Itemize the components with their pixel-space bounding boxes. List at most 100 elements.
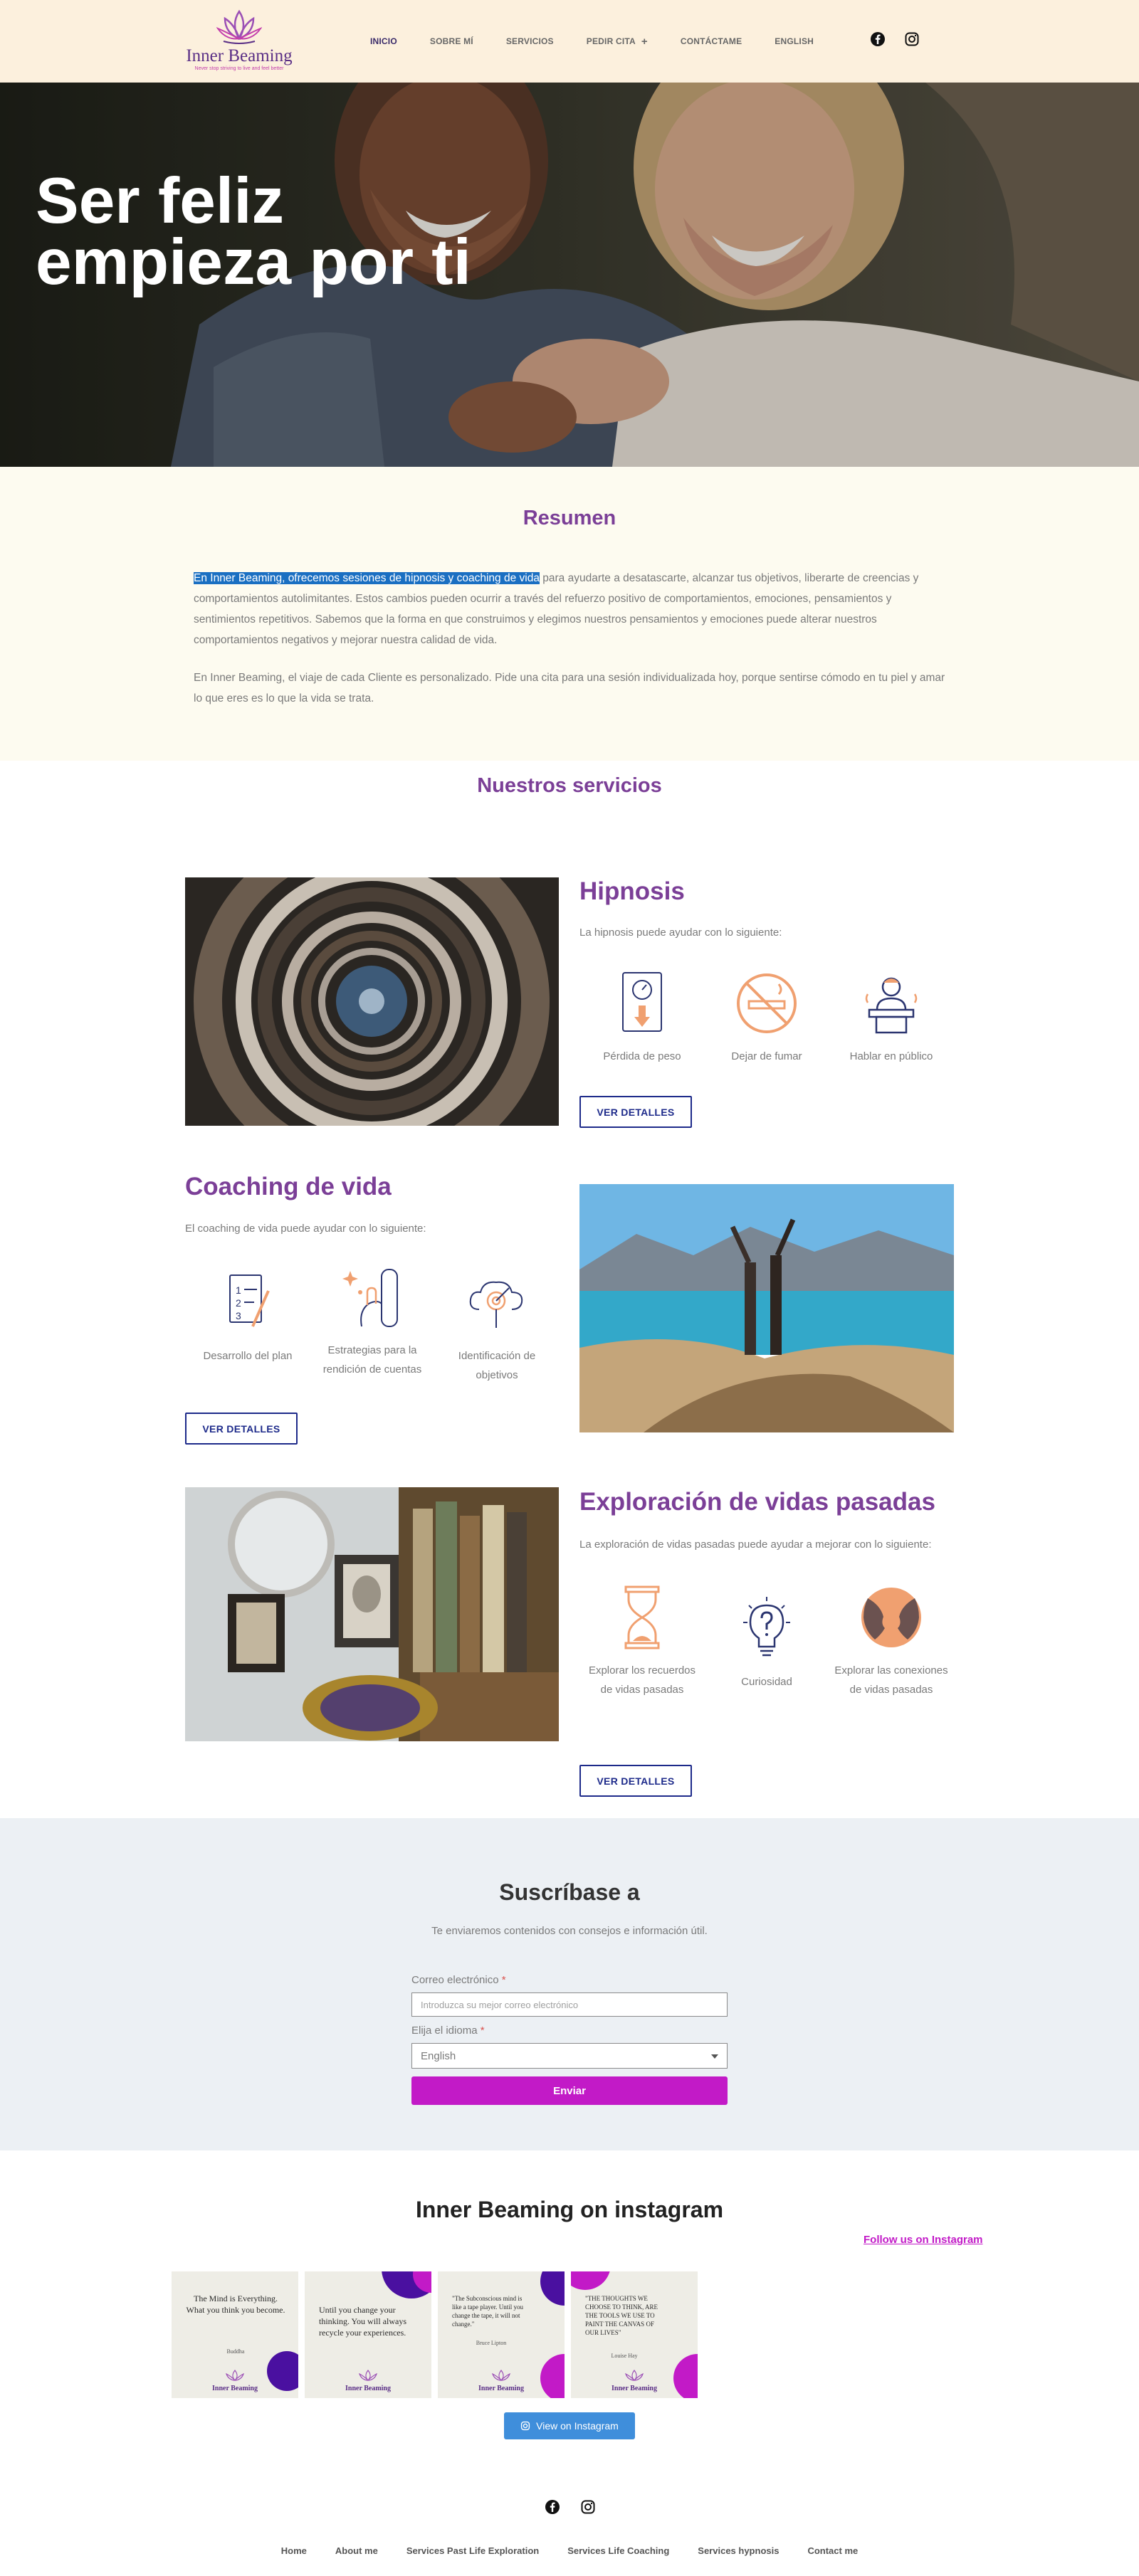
site-logo[interactable]: Inner Beaming Never stop striving to liv…: [182, 7, 296, 77]
nav-pedir-cita-label: Pedir cita: [586, 36, 636, 46]
instagram-icon: [521, 2421, 530, 2431]
main-nav: Inicio Sobre mí Servicios Pedir cita + C…: [370, 33, 846, 49]
post-quote: "The Subconscious mind is like a tape pl…: [452, 2295, 523, 2328]
resumen-paragraph-2: En Inner Beaming, el viaje de cada Clien…: [194, 672, 945, 704]
feature-label: Curiosidad: [741, 1676, 792, 1688]
feature-label: Identificación de objetivos: [458, 1350, 536, 1381]
feature-label: Pérdida de peso: [603, 1050, 681, 1062]
instagram-icon[interactable]: [904, 31, 920, 47]
post-quote: "THE THOUGHTS WE CHOOSE TO THINK, ARE TH…: [585, 2295, 658, 2336]
hero-title: Ser feliz empieza por ti: [36, 165, 471, 298]
svg-text:1: 1: [236, 1284, 241, 1296]
feature-desarrollo-plan: 1 2 3 Desarrollo del plan: [191, 1269, 305, 1366]
facebook-icon[interactable]: [870, 31, 886, 47]
accountability-icon: [342, 1269, 398, 1327]
vidas-pasadas-image: [185, 1487, 559, 1741]
footer-nav: Home About me Services Past Life Explora…: [0, 2545, 1139, 2556]
email-field[interactable]: Introduzca su mejor correo electrónico: [411, 1992, 728, 2017]
footer-link-about[interactable]: About me: [335, 2545, 378, 2556]
scale-icon: [622, 972, 662, 1032]
instagram-post-1[interactable]: The Mind is Everything. What you think y…: [172, 2271, 298, 2398]
view-on-instagram-button[interactable]: View on Instagram: [504, 2412, 635, 2439]
instagram-post-3[interactable]: "The Subconscious mind is like a tape pl…: [438, 2271, 565, 2398]
feature-label: Dejar de fumar: [731, 1050, 802, 1062]
resumen-title: Resumen: [523, 507, 616, 529]
logo-name: Inner Beaming: [186, 46, 293, 65]
post-brand: Inner Beaming: [345, 2385, 391, 2392]
language-label-text: Elija el idioma: [411, 2025, 478, 2037]
feature-label: Explorar los recuerdos de vidas pasadas: [588, 1664, 696, 1696]
svg-text:2: 2: [236, 1297, 241, 1309]
footer-link-contact[interactable]: Contact me: [807, 2545, 858, 2556]
instagram-post-2[interactable]: Until you change your thinking. You will…: [305, 2271, 431, 2398]
vidas-pasadas-title: Exploración de vidas pasadas: [579, 1488, 935, 1516]
selected-text: En Inner Beaming, ofrecemos sesiones de …: [194, 572, 540, 584]
footer-link-home[interactable]: Home: [281, 2545, 307, 2556]
coaching-title: Coaching de vida: [185, 1173, 392, 1200]
feature-identificacion-objetivos: Identificación de objetivos: [440, 1269, 554, 1385]
nav-sobre-mi[interactable]: Sobre mí: [430, 36, 473, 46]
coaching-intro: El coaching de vida puede ayudar con lo …: [185, 1223, 426, 1235]
hipnosis-image: [185, 877, 559, 1126]
faces-profile-icon: [861, 1588, 921, 1647]
facebook-icon[interactable]: [545, 2499, 560, 2515]
nav-pedir-cita[interactable]: Pedir cita +: [587, 36, 648, 48]
svg-text:3: 3: [236, 1310, 241, 1321]
nav-servicios[interactable]: Servicios: [506, 36, 554, 46]
email-label: Correo electrónico *: [411, 1974, 506, 1986]
hipnosis-intro: La hipnosis puede ayudar con lo siguient…: [579, 927, 782, 939]
footer-social: [545, 2499, 596, 2515]
footer-link-life-coaching[interactable]: Services Life Coaching: [567, 2545, 669, 2556]
lotus-icon: [491, 2370, 511, 2381]
post-logo: Inner Beaming: [571, 2370, 698, 2392]
nav-inicio[interactable]: Inicio: [370, 36, 397, 46]
footer-link-hypnosis[interactable]: Services hypnosis: [698, 2545, 779, 2556]
coaching-details-button[interactable]: VER DETALLES: [185, 1413, 298, 1445]
target-cloud-icon: [469, 1281, 523, 1328]
chevron-down-icon: [711, 2054, 718, 2059]
coaching-image: [579, 1184, 954, 1432]
submit-button[interactable]: Enviar: [411, 2076, 728, 2105]
feature-estrategias: Estrategias para la rendición de cuentas: [315, 1264, 429, 1379]
post-author: Louise Hay: [611, 2353, 638, 2359]
post-quote: The Mind is Everything. What you think y…: [186, 2293, 285, 2315]
language-selected-value: English: [421, 2049, 456, 2062]
hipnosis-details-button[interactable]: VER DETALLES: [579, 1096, 692, 1128]
instagram-title: Inner Beaming on instagram: [415, 2197, 724, 2222]
required-mark: *: [501, 1974, 506, 1986]
resumen-section: Resumen En Inner Beaming, ofrecemos sesi…: [0, 467, 1139, 761]
plus-icon: +: [641, 35, 648, 48]
feature-label: Hablar en público: [849, 1050, 933, 1062]
feature-hablar-publico: Hablar en público: [834, 970, 948, 1066]
feature-recuerdos: Explorar los recuerdos de vidas pasadas: [585, 1584, 699, 1699]
feature-curiosidad: Curiosidad: [710, 1595, 824, 1691]
post-author: Bruce Lipton: [476, 2340, 507, 2346]
hipnosis-title: Hipnosis: [579, 877, 685, 905]
lotus-icon: [624, 2370, 644, 2381]
subscribe-section: Suscríbase a Te enviaremos contenidos co…: [0, 1818, 1139, 2150]
footer-link-past-life[interactable]: Services Past Life Exploration: [406, 2545, 539, 2556]
language-select[interactable]: English: [411, 2043, 728, 2069]
instagram-post-4[interactable]: "THE THOUGHTS WE CHOOSE TO THINK, ARE TH…: [571, 2271, 698, 2398]
feature-dejar-fumar: Dejar de fumar: [710, 970, 824, 1066]
lotus-icon: [225, 2370, 245, 2381]
checklist-icon: 1 2 3: [229, 1274, 270, 1327]
feature-label: Explorar las conexiones de vidas pasadas: [834, 1664, 948, 1696]
subscribe-description: Te enviaremos contenidos con consejos e …: [431, 1925, 708, 1937]
site-header: Inner Beaming Never stop striving to liv…: [0, 0, 1139, 83]
lotus-icon: [358, 2370, 378, 2381]
post-logo: Inner Beaming: [172, 2370, 298, 2392]
follow-instagram-link[interactable]: Follow us on Instagram: [864, 2234, 983, 2246]
nav-english[interactable]: English: [775, 36, 814, 46]
header-social: [870, 31, 920, 47]
logo-tagline: Never stop striving to live and feel bet…: [194, 66, 284, 71]
hourglass-icon: [624, 1585, 660, 1649]
instagram-icon[interactable]: [580, 2499, 596, 2515]
nav-contactame[interactable]: Contáctame: [681, 36, 742, 46]
post-quote: Until you change your thinking. You will…: [319, 2305, 407, 2338]
required-mark: *: [480, 2025, 485, 2037]
email-label-text: Correo electrónico: [411, 1974, 499, 1986]
hero-banner: Ser feliz empieza por ti: [0, 83, 1139, 467]
vidas-pasadas-details-button[interactable]: VER DETALLES: [579, 1765, 692, 1797]
view-on-instagram-label: View on Instagram: [536, 2420, 619, 2432]
